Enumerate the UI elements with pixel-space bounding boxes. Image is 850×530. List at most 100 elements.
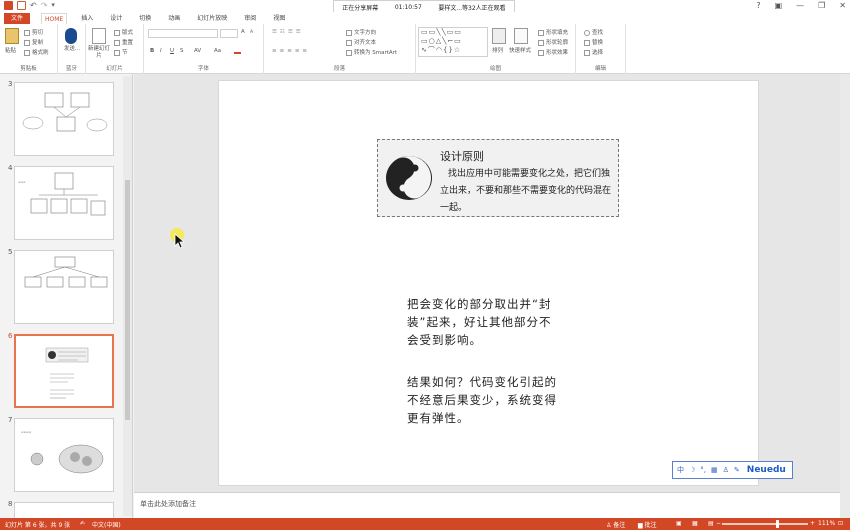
text-direction-button[interactable]: 文字方向: [346, 28, 376, 36]
tab-slideshow[interactable]: 幻灯片放映: [194, 13, 230, 24]
tab-view[interactable]: 视图: [270, 13, 288, 24]
underline-button[interactable]: U: [170, 48, 174, 54]
current-slide[interactable]: 设计原则 找出应用中可能需要变化之处，把它们独立出来，不要和那些不需要变化的代码…: [218, 80, 759, 486]
shapes-gallery[interactable]: ▭▭╲╲▭▭ ▭○△╲⌐▭ ∿⌒◠{}☆: [418, 27, 488, 57]
align-text-icon: [346, 39, 352, 46]
design-principle-box[interactable]: 设计原则 找出应用中可能需要变化之处，把它们独立出来，不要和那些不需要变化的代码…: [377, 139, 619, 217]
ime-tools-icon[interactable]: ✎: [734, 466, 740, 474]
font-size-combo[interactable]: [220, 29, 238, 38]
comments-button[interactable]: ▆ 批注: [638, 520, 657, 529]
thumbnail-number: 6: [8, 332, 13, 340]
notes-pane[interactable]: 单击此处添加备注: [134, 492, 840, 518]
share-viewers: 要样文...等32人正在观看: [438, 4, 506, 12]
ime-user-icon[interactable]: ♙: [723, 466, 729, 474]
copy-button[interactable]: 复制: [24, 38, 43, 46]
help-icon[interactable]: ?: [756, 1, 760, 10]
save-icon[interactable]: [17, 1, 26, 10]
bold-button[interactable]: B: [150, 48, 154, 54]
smartart-icon: [346, 49, 352, 56]
list-buttons[interactable]: ☰☷☰☰: [272, 29, 304, 35]
customize-qat-icon[interactable]: ▾: [51, 1, 55, 10]
shrink-font-button[interactable]: A: [250, 30, 253, 35]
paste-button[interactable]: 粘贴: [5, 46, 16, 54]
slide-paragraph-2[interactable]: 结果如何？代码变化引起的不经意后果变少，系统变得更有弹性。: [407, 373, 557, 427]
shape-fill-button[interactable]: 形状填充: [538, 28, 568, 36]
italic-button[interactable]: I: [160, 48, 162, 54]
shadow-button[interactable]: S: [180, 48, 184, 54]
fit-slide-icon[interactable]: ⊡: [838, 520, 843, 527]
layout-button[interactable]: 版式: [114, 28, 133, 36]
new-slide-icon[interactable]: [92, 28, 106, 44]
smartart-button[interactable]: 转换为 SmartArt: [346, 48, 397, 56]
clipboard-group: 粘贴 剪切 复制 格式刷 剪贴板: [0, 24, 58, 74]
zoom-level[interactable]: 111%: [818, 520, 835, 527]
close-icon[interactable]: ✕: [839, 1, 846, 10]
arrange-icon[interactable]: [492, 28, 506, 44]
reading-view-icon[interactable]: ▤: [708, 520, 714, 527]
align-buttons[interactable]: ≡≡≡≡≡: [272, 48, 310, 54]
bluetooth-icon[interactable]: [65, 28, 77, 44]
font-color-button[interactable]: [234, 46, 241, 54]
zoom-slider[interactable]: [722, 523, 808, 525]
tab-design[interactable]: 设计: [107, 13, 125, 24]
redo-icon[interactable]: ↷: [41, 1, 48, 10]
char-spacing-button[interactable]: AV: [194, 48, 201, 54]
tab-transitions[interactable]: 切换: [136, 13, 154, 24]
slide-sorter-icon[interactable]: ▦: [692, 520, 698, 527]
ribbon-display-icon[interactable]: ▣: [775, 1, 783, 10]
shape-effects-button[interactable]: 形状效果: [538, 48, 568, 56]
replace-button[interactable]: 替换: [584, 38, 603, 46]
ime-chinese-mode-icon[interactable]: 中: [677, 465, 684, 475]
shape-outline-button[interactable]: 形状轮廓: [538, 38, 568, 46]
change-case-button[interactable]: Aa: [214, 48, 221, 54]
section-button[interactable]: 节: [114, 48, 128, 56]
tab-home[interactable]: HOME: [41, 12, 68, 24]
editing-group: 查找 替换 选择 编辑: [576, 24, 626, 74]
slide-thumbnail-7[interactable]: ≡≡≡≡: [14, 418, 114, 492]
ime-toolbar[interactable]: 中 ☽ °, ▦ ♙ ✎ Neuedu: [672, 461, 793, 479]
restore-icon[interactable]: ❐: [818, 1, 825, 10]
replace-icon: [584, 39, 590, 46]
reset-button[interactable]: 重置: [114, 38, 133, 46]
slide-thumbnail-6[interactable]: [14, 334, 114, 408]
find-button[interactable]: 查找: [584, 28, 603, 36]
cut-button[interactable]: 剪切: [24, 28, 43, 36]
undo-icon[interactable]: ↶: [30, 1, 37, 10]
ime-moon-icon[interactable]: ☽: [689, 466, 695, 474]
send-button[interactable]: 发送...: [62, 46, 82, 53]
format-painter-button[interactable]: 格式刷: [24, 48, 49, 56]
paste-icon[interactable]: [5, 28, 19, 44]
tab-insert[interactable]: 插入: [78, 13, 96, 24]
minimize-icon[interactable]: —: [796, 1, 804, 10]
align-text-button[interactable]: 对齐文本: [346, 38, 376, 46]
slide-thumbnail-5[interactable]: [14, 250, 114, 324]
language-status[interactable]: 中文(中国): [92, 520, 121, 529]
zoom-slider-knob[interactable]: [776, 520, 779, 528]
thumbnails-scroll-thumb[interactable]: [125, 180, 130, 420]
editor-scrollbar[interactable]: [840, 74, 850, 518]
font-name-combo[interactable]: [148, 29, 218, 38]
normal-view-icon[interactable]: ▣: [676, 520, 682, 527]
new-slide-button[interactable]: 新建幻灯片: [88, 46, 110, 60]
slide-thumbnails-panel[interactable]: 3 4 ≡≡≡ 5 6 7 ≡≡≡≡ 8: [0, 74, 133, 522]
tab-review[interactable]: 审阅: [241, 13, 259, 24]
scissors-icon: [24, 29, 30, 36]
quick-styles-icon[interactable]: [514, 28, 528, 44]
zoom-out-icon[interactable]: −: [716, 520, 721, 527]
notes-button[interactable]: ♙ 备注: [606, 520, 625, 529]
spellcheck-icon[interactable]: ✍: [80, 520, 85, 527]
tab-animations[interactable]: 动画: [165, 13, 183, 24]
ime-keyboard-icon[interactable]: ▦: [711, 466, 718, 474]
current-slide-preview: [45, 347, 89, 399]
zoom-in-icon[interactable]: +: [810, 520, 815, 527]
ime-punctuation-icon[interactable]: °,: [700, 466, 706, 474]
tab-file[interactable]: 文件: [4, 12, 31, 24]
slide-thumbnail-4[interactable]: ≡≡≡: [14, 166, 114, 240]
drawing-group-label: 绘图: [489, 66, 501, 72]
quick-styles-button[interactable]: 快速样式: [509, 46, 531, 54]
arrange-button[interactable]: 排列: [492, 46, 503, 54]
select-button[interactable]: 选择: [584, 48, 603, 56]
grow-font-button[interactable]: A: [241, 29, 245, 35]
slide-paragraph-1[interactable]: 把会变化的部分取出并“封装”起来，好让其他部分不会受到影响。: [407, 295, 557, 349]
slide-thumbnail-3[interactable]: [14, 82, 114, 156]
